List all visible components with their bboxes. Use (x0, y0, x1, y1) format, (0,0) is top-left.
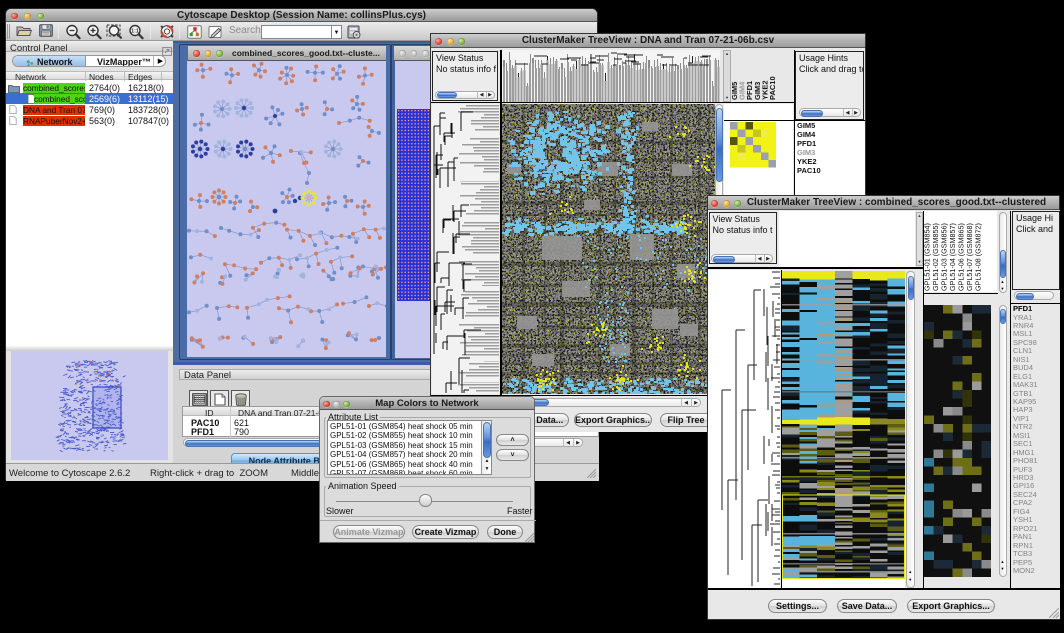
svg-text:GPL51-08 (GSM872): GPL51-08 (GSM872) (974, 223, 983, 291)
svg-text:1:1: 1:1 (131, 28, 139, 34)
svg-text:PAC10: PAC10 (768, 76, 777, 100)
